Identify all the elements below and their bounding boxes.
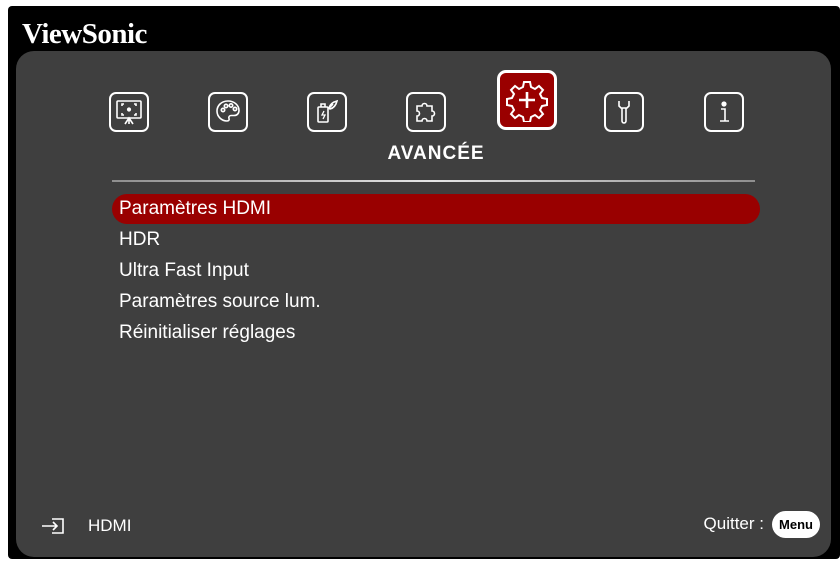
puzzle-icon — [416, 102, 436, 122]
tab-power[interactable] — [307, 92, 347, 132]
tab-system[interactable] — [604, 92, 644, 132]
source-label: HDMI — [88, 516, 132, 535]
menu-item-parametres-source-lum[interactable]: Paramètres source lum. — [112, 287, 760, 317]
tab-image[interactable] — [208, 92, 248, 132]
tab-information[interactable] — [704, 92, 744, 132]
menu-item-reinitialiser-reglages[interactable]: Réinitialiser réglages — [112, 318, 760, 348]
tab-advanced[interactable] — [497, 70, 557, 130]
menu-item-parametres-hdmi[interactable]: Paramètres HDMI — [112, 194, 760, 224]
exit-label: Quitter : — [703, 514, 764, 533]
power-management-icon — [317, 99, 339, 123]
current-source: HDMI — [40, 513, 131, 539]
menu-panel: AVANCÉE Paramètres HDMI HDR Ultra Fast I… — [16, 51, 831, 557]
menu-title: AVANCÉE — [387, 143, 485, 164]
menu-item-hdr[interactable]: HDR — [112, 225, 760, 255]
exit-hint: Quitter : Menu — [704, 509, 820, 539]
menu-key-button[interactable]: Menu — [772, 510, 820, 538]
palette-icon — [216, 100, 240, 122]
menu-item-ultra-fast-input[interactable]: Ultra Fast Input — [112, 256, 760, 286]
display-icon — [116, 100, 142, 125]
gear-plus-icon — [506, 81, 548, 122]
info-icon — [720, 101, 729, 122]
tab-display[interactable] — [109, 92, 149, 132]
title-divider — [112, 180, 755, 182]
osd-window: ViewSonic AVANCÉE Paramètres HDMI HDR Ul… — [8, 6, 840, 559]
input-source-icon — [42, 518, 64, 534]
tab-basic[interactable] — [406, 92, 446, 132]
viewsonic-logo: ViewSonic — [22, 18, 147, 50]
wrench-icon — [618, 101, 630, 124]
